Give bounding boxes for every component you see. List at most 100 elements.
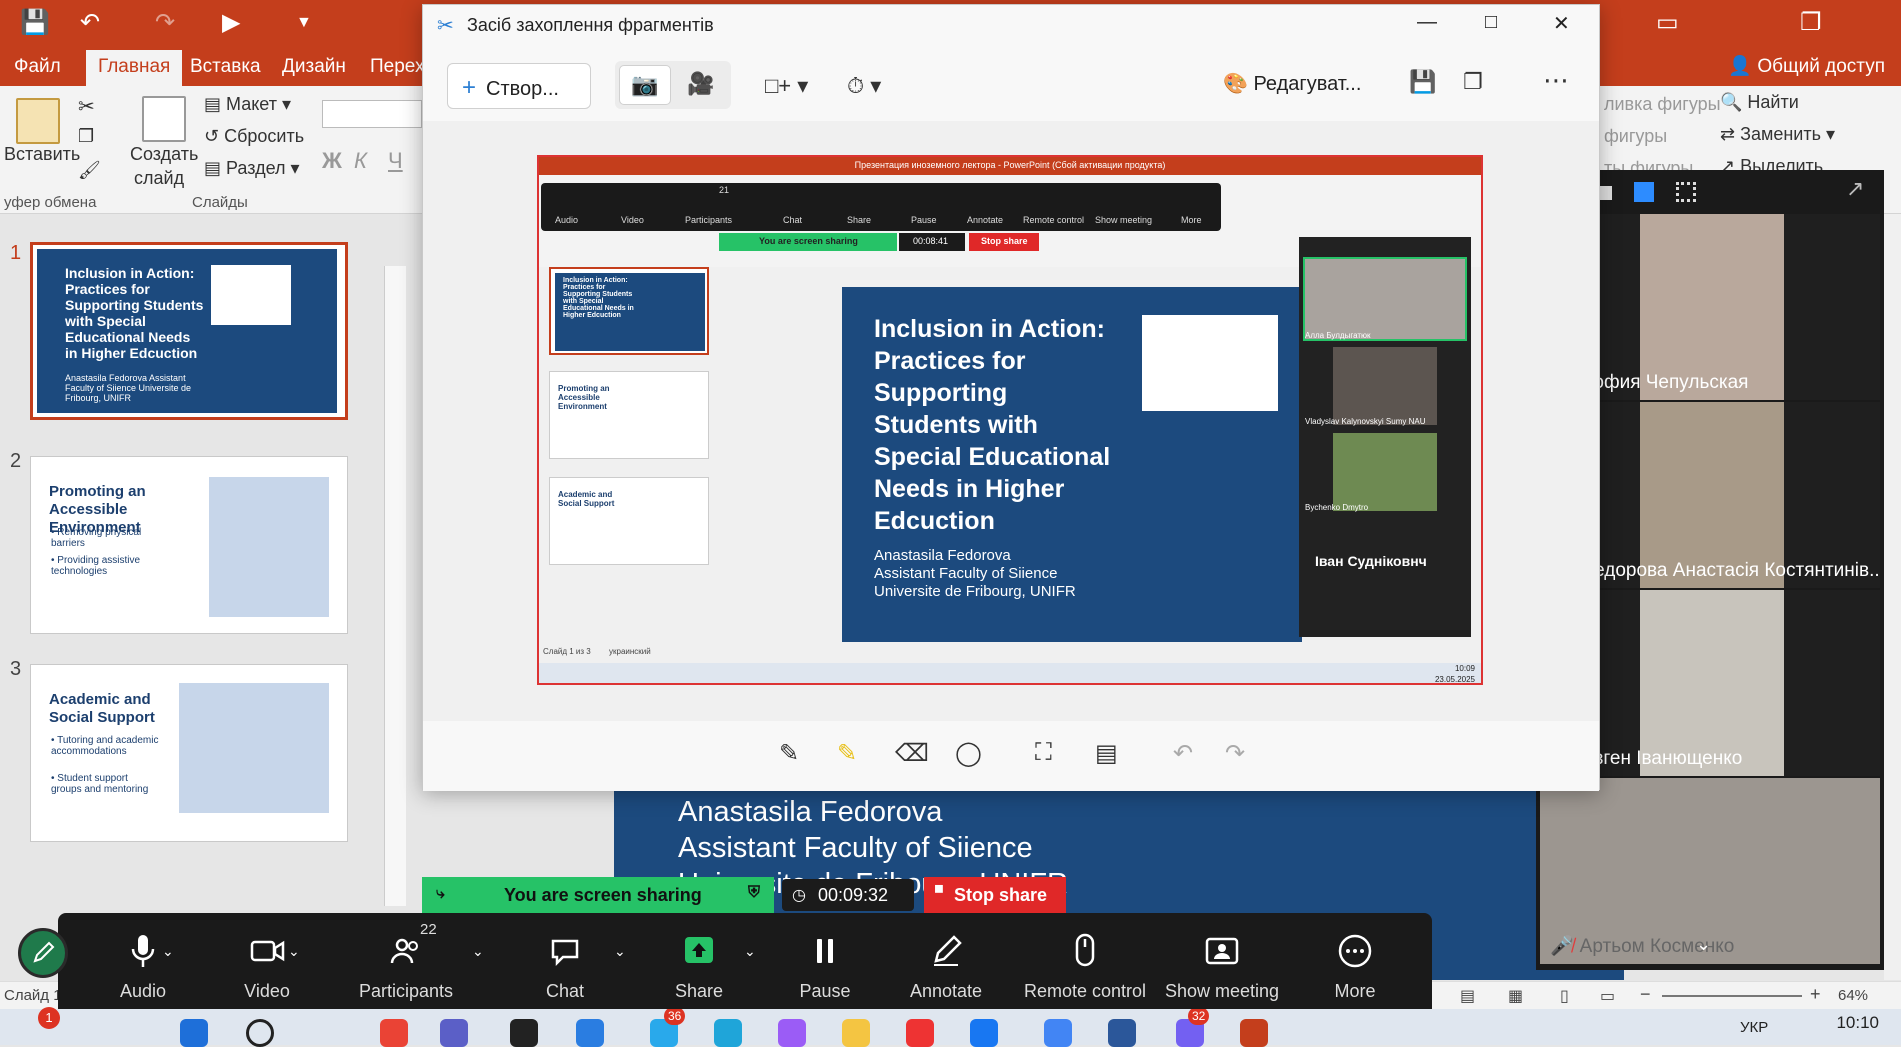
save-icon[interactable]: 💾 [20, 8, 50, 37]
font-name-input[interactable] [322, 100, 422, 128]
strip-view-icon[interactable] [1634, 182, 1654, 202]
chrome-profile-icon[interactable] [1044, 1019, 1072, 1047]
participants-button[interactable]: 22 Participants [346, 913, 466, 1009]
minimize-button[interactable]: — [1417, 11, 1437, 34]
vertical-scrollbar[interactable] [1884, 214, 1901, 980]
sharing-status[interactable]: ⤷ You are screen sharing ⛨ [422, 877, 774, 913]
folder-icon[interactable] [842, 1019, 870, 1047]
more-button[interactable]: More [1310, 913, 1400, 1009]
share-button[interactable]: Share [654, 913, 744, 1009]
scroll-down-icon[interactable]: ⌄ [1696, 934, 1711, 955]
text-actions-icon[interactable]: ▤ [1095, 739, 1118, 768]
tab-transitions[interactable]: Перех [370, 56, 424, 78]
video-options-caret[interactable]: ⌄ [288, 943, 300, 960]
edge-icon[interactable] [714, 1019, 742, 1047]
redo-icon[interactable]: ↷ [155, 8, 175, 37]
youtube-icon[interactable] [906, 1019, 934, 1047]
layout-button[interactable]: ▤ Макет ▾ [204, 94, 291, 115]
ribbon-display-icon[interactable]: ▭ [1656, 8, 1679, 37]
cut-icon[interactable]: ✂ [78, 94, 95, 119]
expand-icon[interactable]: ↗ [1846, 176, 1864, 202]
camera-icon[interactable]: 📷 [619, 65, 671, 105]
timer-off-icon[interactable]: ⏱ ▾ [847, 73, 881, 99]
eraser-icon[interactable]: ⌫ [895, 739, 929, 768]
slide-thumbnail-2[interactable]: Promoting an Accessible Environment • Re… [30, 456, 348, 634]
underline-button[interactable]: Ч [388, 148, 403, 174]
shapes-icon[interactable]: ◯ [955, 739, 982, 768]
slideshow-icon[interactable]: ▶ [222, 8, 240, 37]
bold-button[interactable]: Ж [322, 148, 342, 174]
slideshow-view-icon[interactable]: ▭ [1600, 986, 1615, 1006]
more-options-icon[interactable]: ⋯ [1543, 65, 1569, 96]
format-painter-icon[interactable]: 🖌 [78, 160, 101, 181]
italic-button[interactable]: К [354, 148, 367, 174]
paste-label[interactable]: Вставить [4, 144, 80, 165]
store-icon[interactable] [576, 1019, 604, 1047]
slide-thumbnail-3[interactable]: Academic and Social Support • Tutoring a… [30, 664, 348, 842]
new-slide-label-2[interactable]: слайд [134, 168, 184, 189]
new-slide-label-1[interactable]: Создать [130, 144, 198, 165]
ballpoint-pen-icon[interactable]: ✎ [779, 739, 799, 768]
new-snip-button[interactable]: + Створ... [447, 63, 591, 109]
normal-view-icon[interactable]: ▤ [1460, 986, 1475, 1006]
share-options-caret[interactable]: ⌄ [744, 943, 756, 960]
save-icon[interactable]: 💾 [1409, 69, 1436, 95]
tab-design[interactable]: Дизайн [282, 56, 346, 78]
video-button[interactable]: Video [222, 913, 312, 1009]
copy-icon[interactable]: ❐ [1463, 69, 1483, 95]
undo-icon[interactable]: ↶ [80, 8, 100, 37]
annotation-pen-button[interactable] [18, 928, 68, 978]
chat-button[interactable]: Chat [520, 913, 610, 1009]
zoom-slider[interactable] [1662, 995, 1802, 997]
gallery-view-icon[interactable] [1676, 182, 1696, 202]
replace-button[interactable]: ⇄ Заменить ▾ [1720, 124, 1835, 145]
maximize-button[interactable]: □ [1485, 11, 1497, 34]
slide-thumbnail-1[interactable]: Inclusion in Action: Practices for Suppo… [30, 242, 348, 420]
shape-fill-button[interactable]: ливка фигуры [1604, 94, 1721, 115]
new-slide-icon[interactable] [142, 96, 186, 142]
participants-options-caret[interactable]: ⌄ [472, 943, 484, 960]
taskbar-clock[interactable]: 10:10 [1836, 1013, 1879, 1033]
undo-icon[interactable]: ↶ [1173, 739, 1193, 768]
powerpoint-icon[interactable] [1240, 1019, 1268, 1047]
zoom-in-button[interactable]: + [1810, 984, 1821, 1005]
pause-share-button[interactable]: Pause [780, 913, 870, 1009]
highlighter-icon[interactable]: ✎ [837, 739, 857, 768]
snip-shape-icon[interactable]: □+ ▾ [765, 73, 808, 99]
tab-home[interactable]: Главная [86, 50, 183, 86]
app-icon[interactable] [778, 1019, 806, 1047]
shape-outline-button[interactable]: фигуры [1604, 126, 1667, 147]
facebook-icon[interactable] [970, 1019, 998, 1047]
reading-view-icon[interactable]: ▯ [1560, 986, 1569, 1006]
tab-insert[interactable]: Вставка [190, 56, 261, 78]
teams-icon[interactable] [440, 1019, 468, 1047]
drag-handle-icon[interactable]: ⤷ [436, 885, 445, 903]
zoom-level[interactable]: 64% [1838, 987, 1868, 1004]
audio-button[interactable]: Audio [98, 913, 188, 1009]
word-icon[interactable] [1108, 1019, 1136, 1047]
stop-share-button[interactable]: ◼ Stop share [924, 877, 1066, 913]
tab-file[interactable]: Файл [14, 56, 61, 78]
sharing-timer[interactable]: ◷ 00:09:32 ⌄ [782, 879, 914, 926]
video-camera-icon[interactable]: 🎥 [675, 65, 727, 105]
close-button[interactable]: ✕ [1553, 11, 1570, 36]
edit-in-paint-button[interactable]: 🎨 Редагуват... [1223, 71, 1361, 96]
sorter-view-icon[interactable]: ▦ [1508, 986, 1523, 1006]
crop-icon[interactable]: ⛶ [1035, 739, 1052, 767]
copy-icon[interactable]: ❐ [78, 126, 94, 147]
find-button[interactable]: 🔍 Найти [1720, 92, 1799, 113]
customize-qat-icon[interactable]: ▼ [296, 14, 312, 32]
show-meeting-button[interactable]: Show meeting [1160, 913, 1284, 1009]
redo-icon[interactable]: ↷ [1225, 739, 1245, 768]
chat-options-caret[interactable]: ⌄ [614, 943, 626, 960]
zoom-out-button[interactable]: − [1640, 984, 1651, 1005]
reset-button[interactable]: ↺ Сбросить [204, 126, 304, 147]
ppt-share-button[interactable]: 👤 Общий доступ [1728, 54, 1885, 78]
chrome-icon[interactable] [380, 1019, 408, 1047]
windows-start-icon[interactable] [180, 1019, 208, 1047]
captured-screenshot[interactable]: Презентация иноземного лектора - PowerPo… [537, 155, 1483, 685]
search-icon[interactable] [246, 1019, 274, 1047]
keyboard-language[interactable]: УКР [1740, 1019, 1768, 1036]
remote-control-button[interactable]: Remote control [1020, 913, 1150, 1009]
audio-options-caret[interactable]: ⌄ [162, 943, 174, 960]
